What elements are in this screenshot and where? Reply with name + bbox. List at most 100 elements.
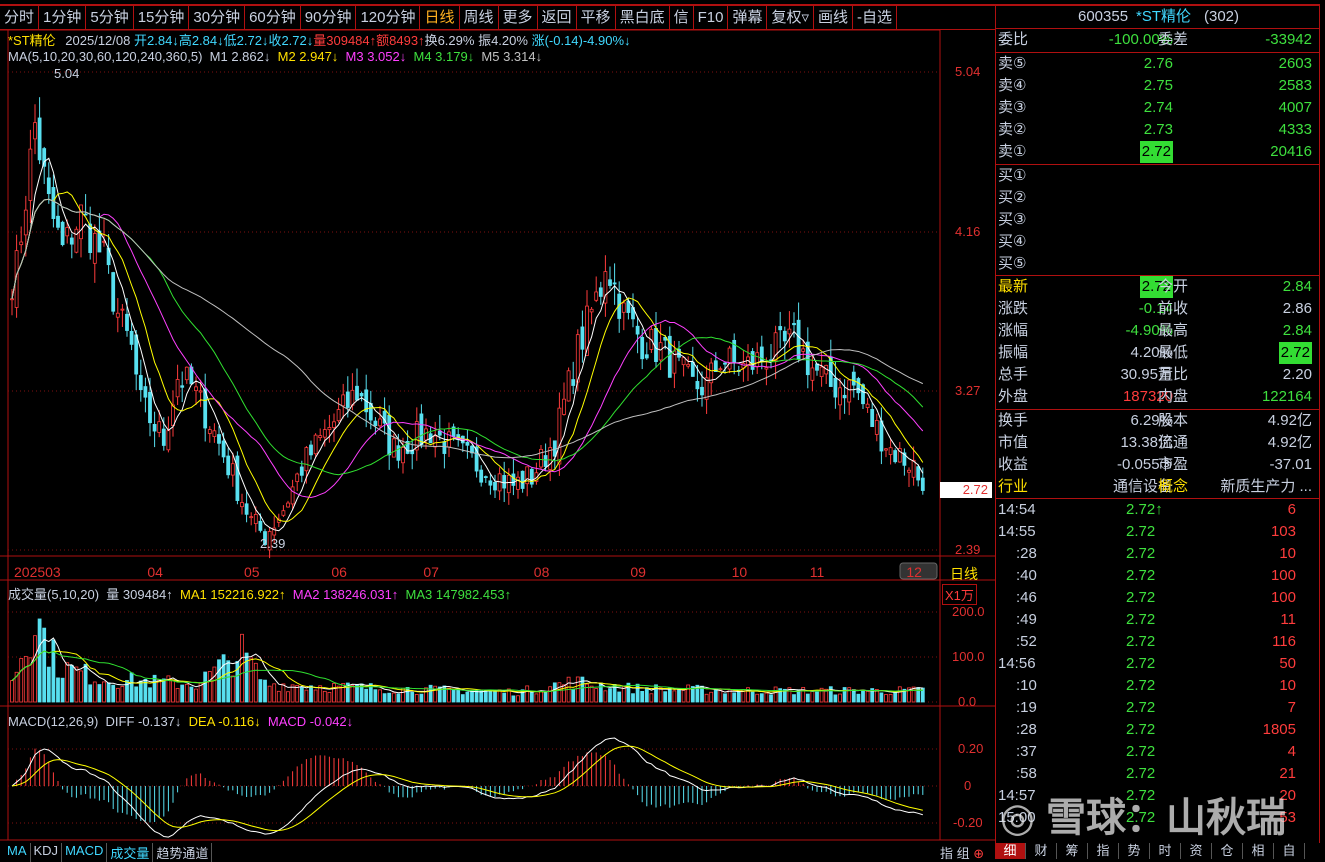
- cell: 卖①: [998, 143, 1027, 160]
- volume-bar: [203, 671, 208, 703]
- volume-tick: 200.0: [952, 604, 985, 619]
- panel-tab[interactable]: 势: [1119, 843, 1150, 859]
- candle-up: [230, 463, 235, 476]
- volume-bar: [842, 687, 847, 703]
- tick-row: :52 2.72 116: [996, 631, 1318, 653]
- candle-up: [281, 510, 286, 516]
- cell: 4333: [1278, 121, 1312, 138]
- volume-bar: [341, 682, 346, 703]
- candle-down: [134, 334, 139, 375]
- indicator-tab[interactable]: KDJ: [31, 843, 63, 862]
- candle-up: [516, 476, 520, 490]
- panel-tab[interactable]: 指: [1088, 843, 1119, 859]
- candle-down: [161, 428, 166, 446]
- cell: 今开: [1158, 278, 1189, 295]
- candle-up: [764, 367, 769, 370]
- indicator-tab[interactable]: 成交量: [107, 843, 154, 862]
- month-tick: 08: [533, 564, 550, 580]
- candle-down: [235, 455, 240, 501]
- volume-bar: [189, 686, 194, 703]
- panel-tab[interactable]: 筹: [1057, 843, 1088, 859]
- change: 涨(-0.14)-4.90%↓: [531, 33, 631, 48]
- indicator-tab[interactable]: MACD: [62, 843, 108, 862]
- candle-down: [396, 445, 401, 461]
- volume-bar: [364, 688, 369, 703]
- candle-up: [801, 348, 806, 352]
- cell: 概念: [1158, 478, 1189, 495]
- cell: 2.20: [1282, 366, 1312, 383]
- volume-bar: [649, 693, 654, 703]
- volume-bar: [97, 684, 102, 703]
- candle-down: [695, 381, 700, 390]
- candle-down: [60, 221, 65, 246]
- panel-tab[interactable]: 自: [1274, 843, 1305, 859]
- quote-row: 外盘 187320 内盘 122164: [996, 386, 1318, 408]
- cell: 7: [1287, 699, 1296, 716]
- volume-value: 量 309484↑: [106, 587, 173, 602]
- cell: 2.72: [1126, 765, 1156, 782]
- candle-down: [69, 237, 74, 245]
- candle-up: [594, 291, 599, 301]
- candle-up: [686, 363, 691, 367]
- candle-down: [345, 391, 350, 408]
- volume-bar: [350, 685, 355, 703]
- volume-bar: [493, 691, 497, 703]
- tick-row: :19 2.72 7: [996, 697, 1318, 719]
- quote-row: 总手 30.95万 量比 2.20: [996, 364, 1318, 386]
- cell: 最低: [1158, 344, 1189, 361]
- volume-bar: [327, 692, 332, 703]
- tick-row: :40 2.72 100: [996, 565, 1318, 587]
- candle-down: [700, 386, 704, 396]
- candle-down: [442, 441, 447, 454]
- panel-tab[interactable]: 时: [1150, 843, 1181, 859]
- indicator-tab[interactable]: MA: [4, 843, 31, 862]
- candle-up: [249, 516, 254, 519]
- cell: 4.92亿: [1267, 412, 1312, 429]
- volume-bar: [598, 682, 603, 703]
- candle-up: [318, 435, 323, 439]
- indicator-tab[interactable]: 趋势通道: [153, 843, 213, 862]
- cell: -37.01: [1269, 456, 1312, 473]
- candle-up: [819, 366, 824, 378]
- volume-bar: [240, 633, 244, 703]
- volume-bar: [672, 690, 677, 703]
- volume-bar: [483, 690, 488, 703]
- volume-bar: [410, 691, 415, 703]
- amplitude: 振4.20%: [478, 33, 528, 48]
- candle-up: [23, 209, 28, 236]
- candle-up: [378, 418, 382, 427]
- panel-tab[interactable]: 资: [1181, 843, 1212, 859]
- tick-row: :49 2.72 11: [996, 609, 1318, 631]
- panel-tab[interactable]: 仓: [1212, 843, 1243, 859]
- volume-bar: [180, 684, 185, 703]
- panel-tab[interactable]: 细: [995, 843, 1026, 859]
- candle-up: [286, 502, 290, 508]
- cell: 前收: [1158, 300, 1189, 317]
- volume-bar: [755, 693, 760, 703]
- candle-up: [207, 429, 212, 434]
- candle-down: [842, 394, 847, 399]
- candle-down: [723, 362, 727, 365]
- tick-row: 14:54 2.72↑ 6: [996, 499, 1318, 521]
- volume-bar: [115, 687, 120, 703]
- volume-bar: [552, 682, 557, 703]
- candle-up: [847, 379, 852, 403]
- candle-down: [148, 391, 152, 424]
- volume-bar: [336, 685, 341, 703]
- volume-bar: [732, 692, 737, 703]
- cell: 4: [1287, 743, 1296, 760]
- volume-unit: X1万: [942, 584, 977, 605]
- cell: 买⑤: [998, 255, 1027, 272]
- panel-tab[interactable]: 财: [1026, 843, 1057, 859]
- cell: 4.92亿: [1267, 434, 1312, 451]
- price-tick: 4.16: [955, 224, 981, 239]
- volume-bar: [828, 686, 833, 703]
- cell: 买④: [998, 233, 1027, 250]
- volume-bar: [419, 693, 424, 703]
- volume-bar: [663, 691, 668, 703]
- panel-tab[interactable]: 相: [1243, 843, 1274, 859]
- cell: 2.72: [1126, 523, 1156, 540]
- volume-bar: [253, 662, 258, 703]
- month-tick: 04: [147, 564, 163, 580]
- cell: :28: [1016, 721, 1037, 738]
